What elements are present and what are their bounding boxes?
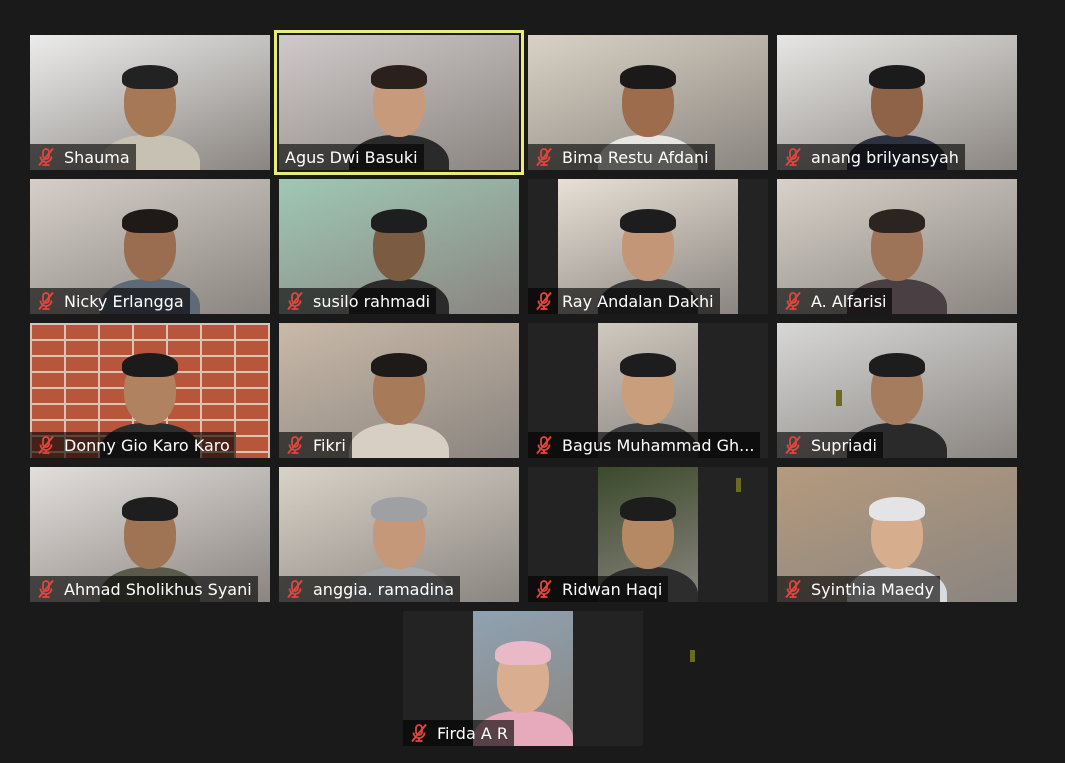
participant-name: Shauma	[64, 147, 130, 167]
participant-tile[interactable]: susilo rahmadi	[279, 179, 519, 314]
participant-tile[interactable]: Supriadi	[777, 323, 1017, 458]
participant-name-plate: Agus Dwi Basuki	[279, 144, 424, 170]
participant-name: susilo rahmadi	[313, 291, 431, 311]
microphone-muted-icon	[785, 147, 801, 167]
participant-name-plate: Syinthia Maedy	[777, 576, 941, 602]
participant-name-plate: A. Alfarisi	[777, 288, 893, 314]
participant-name-plate: Shauma	[30, 144, 136, 170]
participant-tile[interactable]: Firda A R	[403, 611, 643, 746]
participant-name-plate: Firda A R	[403, 720, 514, 746]
gallery-view: Shauma Agus Dwi Basuki Bima Restu Afdani an…	[0, 0, 1065, 763]
microphone-muted-icon	[536, 435, 552, 455]
participant-name-plate: Donny Gio Karo Karo	[30, 432, 236, 458]
microphone-muted-icon	[536, 579, 552, 599]
participant-tile[interactable]: anggia. ramadina	[279, 467, 519, 602]
participant-tile[interactable]: Syinthia Maedy	[777, 467, 1017, 602]
microphone-muted-icon	[38, 435, 54, 455]
participant-name-plate: susilo rahmadi	[279, 288, 437, 314]
microphone-muted-icon	[287, 291, 303, 311]
participant-name: Donny Gio Karo Karo	[64, 435, 230, 455]
participant-name: A. Alfarisi	[811, 291, 887, 311]
participant-tile[interactable]: Nicky Erlangga	[30, 179, 270, 314]
participant-name-plate: Bima Restu Afdani	[528, 144, 715, 170]
participant-tile[interactable]: Ridwan Haqi	[528, 467, 768, 602]
background-speck	[736, 478, 741, 492]
participant-tile[interactable]: Shauma	[30, 35, 270, 170]
microphone-muted-icon	[411, 723, 427, 743]
participant-name-plate: Ridwan Haqi	[528, 576, 669, 602]
participant-tile[interactable]: Ray Andalan Dakhi	[528, 179, 768, 314]
microphone-muted-icon	[785, 435, 801, 455]
participant-tile[interactable]: A. Alfarisi	[777, 179, 1017, 314]
participant-name-plate: anggia. ramadina	[279, 576, 460, 602]
participant-name: Bagus Muhammad Gh...	[562, 435, 755, 455]
participant-name: Ray Andalan Dakhi	[562, 291, 714, 311]
microphone-muted-icon	[536, 291, 552, 311]
participant-name: Bima Restu Afdani	[562, 147, 709, 167]
participant-tile[interactable]: Bagus Muhammad Gh...	[528, 323, 768, 458]
microphone-muted-icon	[287, 435, 303, 455]
background-speck	[836, 390, 842, 406]
microphone-muted-icon	[785, 579, 801, 599]
participant-name: Ridwan Haqi	[562, 579, 663, 599]
participant-tile[interactable]: Ahmad Sholikhus Syani	[30, 467, 270, 602]
participant-name: Supriadi	[811, 435, 877, 455]
participant-tile[interactable]: Bima Restu Afdani	[528, 35, 768, 170]
microphone-muted-icon	[38, 579, 54, 599]
microphone-muted-icon	[38, 291, 54, 311]
microphone-muted-icon	[536, 147, 552, 167]
participant-tile[interactable]: Donny Gio Karo Karo	[30, 323, 270, 458]
microphone-muted-icon	[287, 579, 303, 599]
participant-tile[interactable]: anang brilyansyah	[777, 35, 1017, 170]
participant-name-plate: Bagus Muhammad Gh...	[528, 432, 761, 458]
participant-name-plate: Supriadi	[777, 432, 883, 458]
participant-name-plate: Nicky Erlangga	[30, 288, 190, 314]
microphone-muted-icon	[38, 147, 54, 167]
participant-name: Agus Dwi Basuki	[285, 147, 418, 167]
participant-name: Ahmad Sholikhus Syani	[64, 579, 252, 599]
participant-name-plate: Ahmad Sholikhus Syani	[30, 576, 258, 602]
background-speck	[690, 650, 695, 662]
microphone-muted-icon	[785, 291, 801, 311]
participant-name: Fikri	[313, 435, 346, 455]
participant-name: anang brilyansyah	[811, 147, 959, 167]
participant-name-plate: anang brilyansyah	[777, 144, 965, 170]
participant-name-plate: Ray Andalan Dakhi	[528, 288, 720, 314]
participant-name: Syinthia Maedy	[811, 579, 935, 599]
participant-name-plate: Fikri	[279, 432, 352, 458]
participant-name: Firda A R	[437, 723, 508, 743]
participant-tile[interactable]: Agus Dwi Basuki	[274, 30, 524, 175]
participant-tile[interactable]: Fikri	[279, 323, 519, 458]
participant-name: Nicky Erlangga	[64, 291, 184, 311]
participant-name: anggia. ramadina	[313, 579, 454, 599]
